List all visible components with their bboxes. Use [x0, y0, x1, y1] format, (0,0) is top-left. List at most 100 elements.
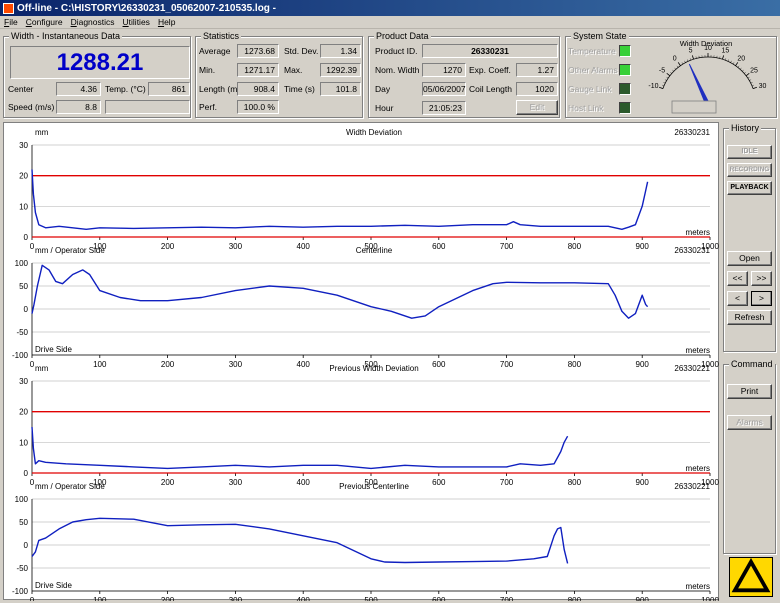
gauge-tick-label-0: -10: [648, 83, 658, 90]
recording-button[interactable]: RECORDING: [727, 163, 772, 177]
app-icon: [3, 3, 14, 14]
product-data-group: Product Data Product ID. 26330231 Nom. W…: [368, 36, 560, 118]
exp-coeff-value: 1.27: [516, 63, 558, 77]
stddev-label: Std. Dev.: [284, 46, 318, 56]
gauge-needle: [689, 64, 710, 105]
statistics-title: Statistics: [201, 31, 241, 41]
chart-xtick-2-8: 800: [568, 478, 582, 487]
chart-ytick-3-1: -50: [16, 564, 28, 573]
chart-xtick-3-7: 700: [500, 596, 514, 601]
refresh-button[interactable]: Refresh: [727, 310, 772, 325]
width-group: Width - Instantaneous Data 1288.21 Cente…: [3, 36, 191, 118]
next-button[interactable]: >: [751, 291, 772, 306]
print-button[interactable]: Print: [727, 384, 772, 399]
chart-xlabel-1: meters: [686, 346, 710, 355]
prev-button[interactable]: <: [727, 291, 748, 306]
chart-series-line-1-0: [32, 265, 648, 318]
chart-xtick-2-4: 400: [297, 478, 311, 487]
gauge-minor-tick: [670, 72, 672, 73]
window-title: Off-line - C:\HISTORY\26330231_05062007-…: [17, 3, 276, 14]
gauge-minor-tick: [749, 80, 751, 81]
temp-label: Temp. (°C): [105, 84, 146, 94]
chart-series-line-0-0: [32, 170, 648, 230]
idle-button[interactable]: IDLE: [727, 145, 772, 159]
chart-xtick-1-6: 600: [432, 360, 446, 369]
gauge-minor-tick: [663, 82, 665, 83]
gauge-minor-tick: [744, 72, 746, 73]
chart-xtick-0-4: 400: [297, 242, 311, 251]
gauge-minor-tick: [740, 68, 741, 69]
system-state-label-2: Gauge Link: [568, 84, 611, 94]
chart-xtick-3-0: 0: [30, 596, 35, 601]
gauge-tick-label-1: -5: [659, 68, 665, 75]
time-value: 101.8: [320, 82, 361, 96]
menu-item-4[interactable]: Help: [158, 17, 175, 27]
gauge-tick-label-8: 30: [759, 83, 767, 90]
gauge-minor-tick: [672, 70, 673, 71]
last-button[interactable]: >>: [751, 271, 772, 286]
coil-length-label: Coil Length: [469, 84, 512, 94]
product-id-value: 26330231: [422, 44, 558, 58]
speed-value: 8.8: [56, 100, 101, 114]
gauge-tick-label-2: 0: [673, 55, 677, 62]
edit-button[interactable]: Edit: [516, 100, 558, 115]
chart-xlabel-0: meters: [686, 228, 710, 237]
chart-unit-label-2: mm: [35, 364, 49, 373]
menu-item-3[interactable]: Utilities: [123, 17, 150, 27]
menu-item-0[interactable]: File: [4, 17, 18, 27]
open-button[interactable]: Open: [727, 251, 772, 266]
system-state-title: System State: [571, 31, 629, 41]
chart-ytick-3-2: 0: [24, 541, 29, 550]
chart-ytick-2-0: 0: [24, 469, 29, 478]
chart-title-0: Width Deviation: [346, 128, 402, 137]
menu-item-1[interactable]: Configure: [26, 17, 63, 27]
chart-ytick-0-1: 10: [19, 202, 28, 211]
chart-ytick-2-1: 10: [19, 438, 28, 447]
speed-label: Speed (m/s): [8, 102, 54, 112]
alarms-button[interactable]: Alarms: [727, 415, 772, 430]
statistics-group: Statistics Average 1273.68 Std. Dev. 1.3…: [195, 36, 363, 118]
gauge-tick-label-7: 25: [750, 68, 758, 75]
min-value: 1271.17: [237, 63, 279, 77]
chart-xtick-1-8: 800: [568, 360, 582, 369]
chart-ytick-0-3: 30: [19, 141, 28, 150]
chart-unit-label-1: mm / Operator Side: [35, 246, 105, 255]
status-led-1: [619, 64, 631, 76]
gauge-minor-tick: [665, 80, 667, 81]
chart-xtick-0-8: 800: [568, 242, 582, 251]
time-label: Time (s): [284, 84, 315, 94]
chart-xtick-3-8: 800: [568, 596, 582, 601]
average-label: Average: [199, 46, 231, 56]
chart-title-1: Centerline: [356, 246, 393, 255]
playback-button[interactable]: PLAYBACK: [727, 181, 772, 195]
chart-ytick-2-2: 20: [19, 408, 28, 417]
min-label: Min.: [199, 65, 215, 75]
chart-series-line-2-0: [32, 427, 568, 468]
chart-xtick-0-3: 300: [229, 242, 243, 251]
chart-panel: mmWidth Deviation26330231010203001002003…: [3, 122, 719, 600]
chart-xtick-2-3: 300: [229, 478, 243, 487]
menu-item-2[interactable]: Diagnostics: [71, 17, 115, 27]
command-group: Command Print Alarms: [723, 364, 776, 554]
product-data-title: Product Data: [374, 31, 431, 41]
chart-xtick-2-6: 600: [432, 478, 446, 487]
gauge-value-box: [672, 101, 716, 113]
chart-xtick-0-6: 600: [432, 242, 446, 251]
gauge-minor-tick: [677, 66, 678, 68]
chart-xtick-0-7: 700: [500, 242, 514, 251]
temp-value: 861: [148, 82, 190, 96]
delta-logo: [729, 557, 773, 597]
gauge-minor-tick: [675, 68, 676, 69]
gauge-minor-tick: [738, 66, 739, 68]
first-button[interactable]: <<: [727, 271, 748, 286]
chart-xtick-1-1: 100: [93, 360, 107, 369]
chart-title-2: Previous Width Deviation: [329, 364, 418, 373]
chart-bottom-label-1: Drive Side: [35, 345, 72, 354]
chart-bottom-label-3: Drive Side: [35, 581, 72, 590]
gauge-tick-label-4: 10: [704, 45, 712, 52]
chart-id-1: 26330231: [674, 246, 710, 255]
chart-id-3: 26330221: [674, 482, 710, 491]
command-title: Command: [729, 359, 775, 369]
history-group: History IDLE RECORDING PLAYBACK Open << …: [723, 128, 776, 352]
gauge-minor-tick: [682, 62, 683, 64]
